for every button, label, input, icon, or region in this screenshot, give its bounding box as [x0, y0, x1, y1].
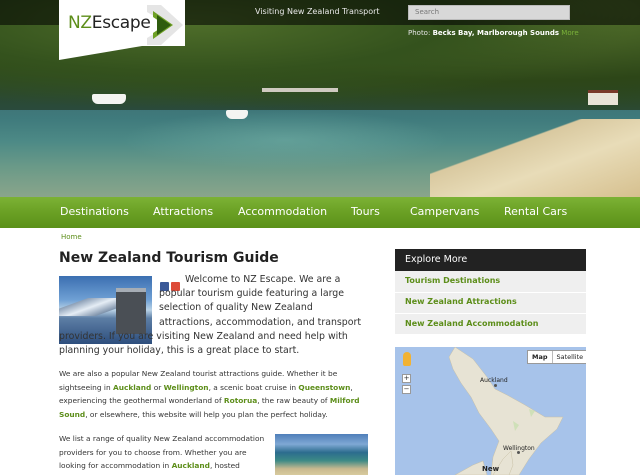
search-input[interactable]: Search: [408, 5, 570, 20]
breadcrumb-home[interactable]: Home: [61, 233, 82, 241]
map-label-wellington: Wellington: [503, 445, 535, 452]
nav-tours[interactable]: Tours: [351, 205, 380, 218]
site-logo[interactable]: NZEscape: [59, 0, 185, 60]
nav-destinations[interactable]: Destinations: [60, 205, 129, 218]
photo-location: Becks Bay, Marlborough Sounds: [432, 29, 560, 37]
nav-accommodation[interactable]: Accommodation: [238, 205, 327, 218]
map-button[interactable]: Map: [528, 351, 553, 363]
logo-chevron-icon: [147, 5, 183, 45]
explore-nz-attractions[interactable]: New Zealand Attractions: [405, 297, 517, 306]
photo-label: Photo:: [408, 29, 431, 37]
beach-thumbnail[interactable]: [275, 434, 368, 475]
logo-name: Escape: [91, 13, 151, 33]
welcome-text: Welcome to NZ Escape.: [185, 274, 297, 285]
main-nav: Destinations Attractions Accommodation T…: [0, 197, 640, 228]
satellite-button[interactable]: Satellite: [553, 351, 586, 363]
intro-text: Welcome to NZ Escape. We are a popular t…: [59, 273, 369, 358]
explore-nz-accommodation[interactable]: New Zealand Accommodation: [405, 319, 539, 328]
map-landmass: [448, 347, 564, 475]
hero-shore: [430, 119, 640, 197]
hero-boatshed: [588, 90, 618, 105]
toplink-visiting[interactable]: Visiting New Zealand: [255, 7, 340, 16]
map-type-control: Map Satellite: [527, 350, 586, 364]
zoom-out-button[interactable]: −: [402, 385, 411, 394]
hero-jetty: [262, 88, 338, 92]
pegman-icon[interactable]: [403, 352, 411, 366]
map-label-auckland: Auckland: [480, 377, 508, 384]
link-wellington[interactable]: Wellington: [164, 383, 209, 392]
city-marker: [494, 384, 497, 387]
nav-campervans[interactable]: Campervans: [410, 205, 479, 218]
explore-tourism-destinations[interactable]: Tourism Destinations: [405, 276, 500, 285]
link-auckland[interactable]: Auckland: [113, 383, 151, 392]
link-rotorua[interactable]: Rotorua: [224, 396, 257, 405]
link-queenstown[interactable]: Queenstown: [298, 383, 350, 392]
hero-boat: [226, 110, 248, 119]
accommodation-paragraph: We list a range of quality New Zealand a…: [59, 434, 265, 475]
explore-more-box: Explore More Tourism Destinations New Ze…: [395, 249, 586, 334]
photo-caption: Photo: Becks Bay, Marlborough Sounds Mor…: [408, 29, 579, 37]
hero-boat: [92, 94, 126, 104]
attractions-paragraph: We are also a popular New Zealand touris…: [59, 369, 360, 419]
map-label-region: New: [482, 465, 500, 473]
nav-attractions[interactable]: Attractions: [153, 205, 213, 218]
photo-more-link[interactable]: More: [561, 29, 578, 37]
explore-more-title: Explore More: [395, 249, 586, 271]
map-widget[interactable]: + − Map Satellite Auckland Wellington Ne…: [395, 347, 586, 475]
toplink-transport[interactable]: Transport: [342, 7, 380, 16]
logo-prefix: NZ: [68, 13, 92, 33]
link-auckland-accommodation[interactable]: Auckland: [172, 461, 210, 470]
nav-rental-cars[interactable]: Rental Cars: [504, 205, 567, 218]
zoom-in-button[interactable]: +: [402, 374, 411, 383]
page-title: New Zealand Tourism Guide: [59, 250, 279, 266]
hero-water: [120, 110, 450, 170]
